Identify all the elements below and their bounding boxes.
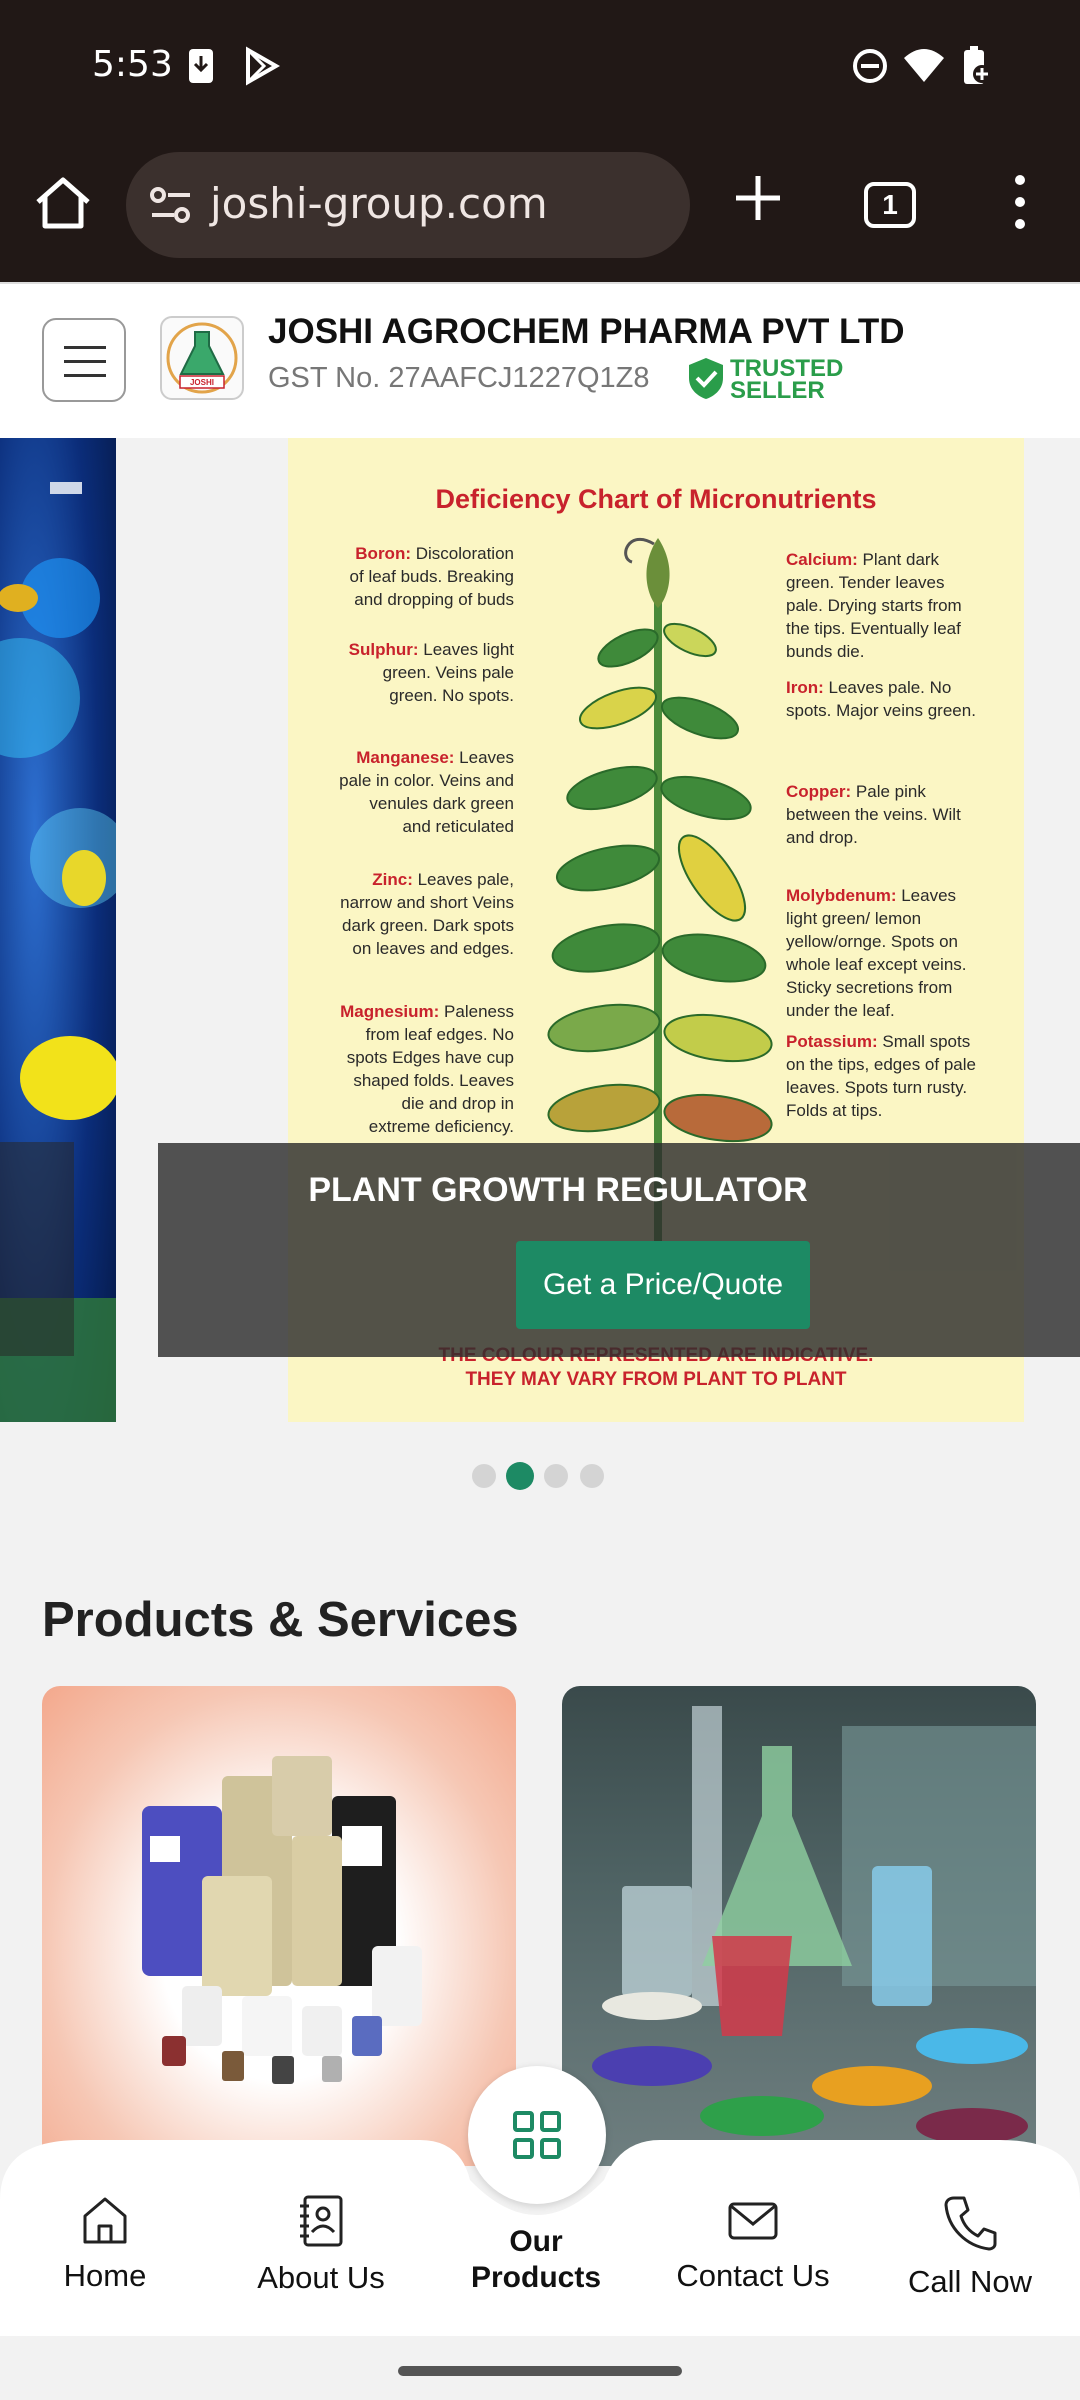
nav-home[interactable]: Home: [15, 2194, 195, 2294]
browser-toolbar: joshi-group.com 1: [0, 136, 1080, 282]
sulphur-note: Sulphur: Leaves light green. Veins pale …: [348, 640, 514, 705]
product-card-chemical-containers[interactable]: [42, 1686, 516, 2166]
previous-slide-caption-overlay: [0, 1142, 74, 1356]
carousel-dot-2[interactable]: [506, 1462, 534, 1490]
get-quote-button[interactable]: Get a Price/Quote: [516, 1241, 810, 1329]
manganese-note: Manganese: Leaves pale in color. Veins a…: [339, 748, 514, 836]
chart-image-title: Deficiency Chart of Micronutrients: [435, 484, 877, 514]
calcium-note: Calcium: Plant dark green. Tender leaves…: [786, 550, 962, 661]
battery-saver-icon: [964, 46, 991, 84]
phone-icon: [944, 2196, 997, 2251]
seller-label: SELLER: [730, 377, 825, 404]
hamburger-menu-button[interactable]: [42, 318, 126, 402]
hero-carousel[interactable]: Deficiency Chart of Micronutrients Boron…: [0, 438, 1080, 1422]
molybdenum-note: Molybdenum: Leaves light green/ lemon ye…: [786, 886, 967, 1020]
lab-glassware-image: [592, 1706, 1036, 2144]
our-products-fab[interactable]: [468, 2066, 606, 2204]
carousel-dot-3[interactable]: [544, 1464, 568, 1488]
magnesium-note: Magnesium: Paleness from leaf edges. No …: [340, 1002, 514, 1136]
chemical-containers-image: [142, 1756, 422, 2084]
svg-text:JOSHI: JOSHI: [190, 378, 214, 387]
flask-logo-icon: JOSHI: [166, 322, 238, 394]
nav-contact-us[interactable]: Contact Us: [663, 2194, 843, 2294]
boron-note: Boron: Discoloration of leaf buds. Break…: [349, 544, 514, 609]
wifi-icon: [904, 49, 944, 82]
more-options-icon[interactable]: [1000, 170, 1040, 234]
nav-contact-label: Contact Us: [676, 2258, 830, 2293]
shield-check-icon: [689, 358, 723, 399]
address-bar[interactable]: joshi-group.com: [126, 152, 690, 258]
play-store-icon: [246, 46, 281, 86]
nav-about-us[interactable]: About Us: [231, 2194, 411, 2296]
gesture-handle[interactable]: [398, 2366, 682, 2376]
nav-call-now[interactable]: Call Now: [880, 2194, 1060, 2300]
company-logo[interactable]: JOSHI: [160, 316, 244, 400]
nav-our-products[interactable]: Our Products: [446, 2224, 626, 2296]
tab-switcher-button[interactable]: 1: [864, 182, 916, 228]
mail-icon: [728, 2202, 778, 2240]
product-card-lab-glassware[interactable]: [562, 1686, 1036, 2166]
slide-caption[interactable]: PLANT GROWTH REGULATOR: [158, 1171, 958, 1210]
nav-products-label-line1: Our: [509, 2225, 563, 2258]
dnd-icon: [853, 49, 887, 83]
nav-home-label: Home: [63, 2258, 147, 2293]
carousel-dot-1[interactable]: [472, 1464, 496, 1488]
status-bar: 5:53: [0, 0, 1080, 136]
status-time: 5:53: [92, 44, 173, 85]
nav-products-label-line2: Products: [470, 2261, 602, 2294]
download-icon: [189, 49, 213, 83]
carousel-dot-4[interactable]: [580, 1464, 604, 1488]
iron-note: Iron: Leaves pale. No spots. Major veins…: [786, 678, 976, 720]
bottom-navigation: Home About Us Our Products Contact Us Ca…: [0, 2066, 1080, 2336]
home-icon: [83, 2197, 127, 2244]
browser-home-icon[interactable]: [28, 168, 98, 238]
new-tab-icon[interactable]: [726, 166, 790, 230]
gesture-navigation-bar: [0, 2336, 1080, 2400]
products-section-title: Products & Services: [42, 1593, 519, 1647]
site-settings-icon[interactable]: [148, 182, 194, 228]
trusted-seller-badge: TRUSTED SELLER: [686, 356, 843, 405]
slide-caption-overlay: PLANT GROWTH REGULATOR Get a Price/Quote: [158, 1143, 1080, 1357]
zinc-note: Zinc: Leaves pale, narrow and short Vein…: [340, 870, 514, 958]
grid-icon: [513, 2111, 561, 2159]
company-name[interactable]: JOSHI AGROCHEM PHARMA PVT LTD: [268, 312, 905, 352]
copper-note: Copper: Pale pink between the veins. Wil…: [786, 782, 961, 847]
gst-number: GST No. 27AAFCJ1227Q1Z8: [268, 362, 650, 394]
potassium-note: Potassium: Small spots on the tips, edge…: [786, 1032, 976, 1120]
contact-book-icon: [300, 2195, 343, 2247]
site-header: JOSHI JOSHI AGROCHEM PHARMA PVT LTD GST …: [0, 282, 1080, 438]
nav-about-label: About Us: [257, 2260, 385, 2295]
nav-call-label: Call Now: [907, 2264, 1033, 2299]
url-text: joshi-group.com: [210, 179, 548, 228]
